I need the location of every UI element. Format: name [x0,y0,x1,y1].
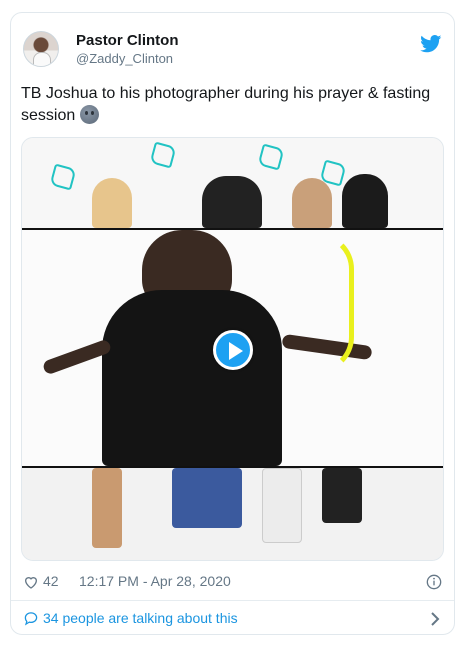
author-avatar[interactable] [23,31,59,67]
dancer-legs [172,468,242,528]
tweet-text: TB Joshua to his photographer during his… [21,83,441,127]
dancer-figure [102,290,282,466]
neutral-face-emoji [79,105,99,124]
play-icon[interactable] [213,330,253,370]
author-handle[interactable]: @Zaddy_Clinton [76,51,173,66]
video-frame-bottom-band [22,468,443,560]
dancer-legs [92,468,122,548]
twitter-bird-icon[interactable] [420,35,442,53]
cyan-star-decoration [149,141,177,169]
cyan-star-decoration [257,143,285,171]
dancer-legs [262,468,302,543]
dancer-legs [322,468,362,523]
author-name[interactable]: Pastor Clinton [76,32,179,49]
conversation-text[interactable]: 34 people are talking about this [43,610,238,626]
dancer-figure [342,174,388,228]
tweet-timestamp[interactable]: 12:17 PM - Apr 28, 2020 [79,573,231,589]
tweet-card[interactable]: Pastor Clinton @Zaddy_Clinton TB Joshua … [10,12,455,635]
dancer-figure [202,176,262,228]
info-icon[interactable] [426,574,442,590]
conversation-link[interactable]: 34 people are talking about this [21,609,444,629]
video-frame-top-band [22,138,443,228]
tweet-header: Pastor Clinton @Zaddy_Clinton [21,29,444,69]
dancer-figure [92,178,132,228]
chevron-right-icon[interactable] [430,612,440,626]
divider [11,600,454,601]
yellow-arc-decoration [318,233,354,373]
dancer-figure [292,178,332,228]
chat-bubble-icon [24,612,38,626]
cyan-star-decoration [49,163,77,191]
tweet-meta: 42 12:17 PM - Apr 28, 2020 [21,573,444,593]
video-media[interactable] [21,137,444,561]
like-count[interactable]: 42 [43,573,59,589]
heart-icon[interactable] [23,574,39,590]
